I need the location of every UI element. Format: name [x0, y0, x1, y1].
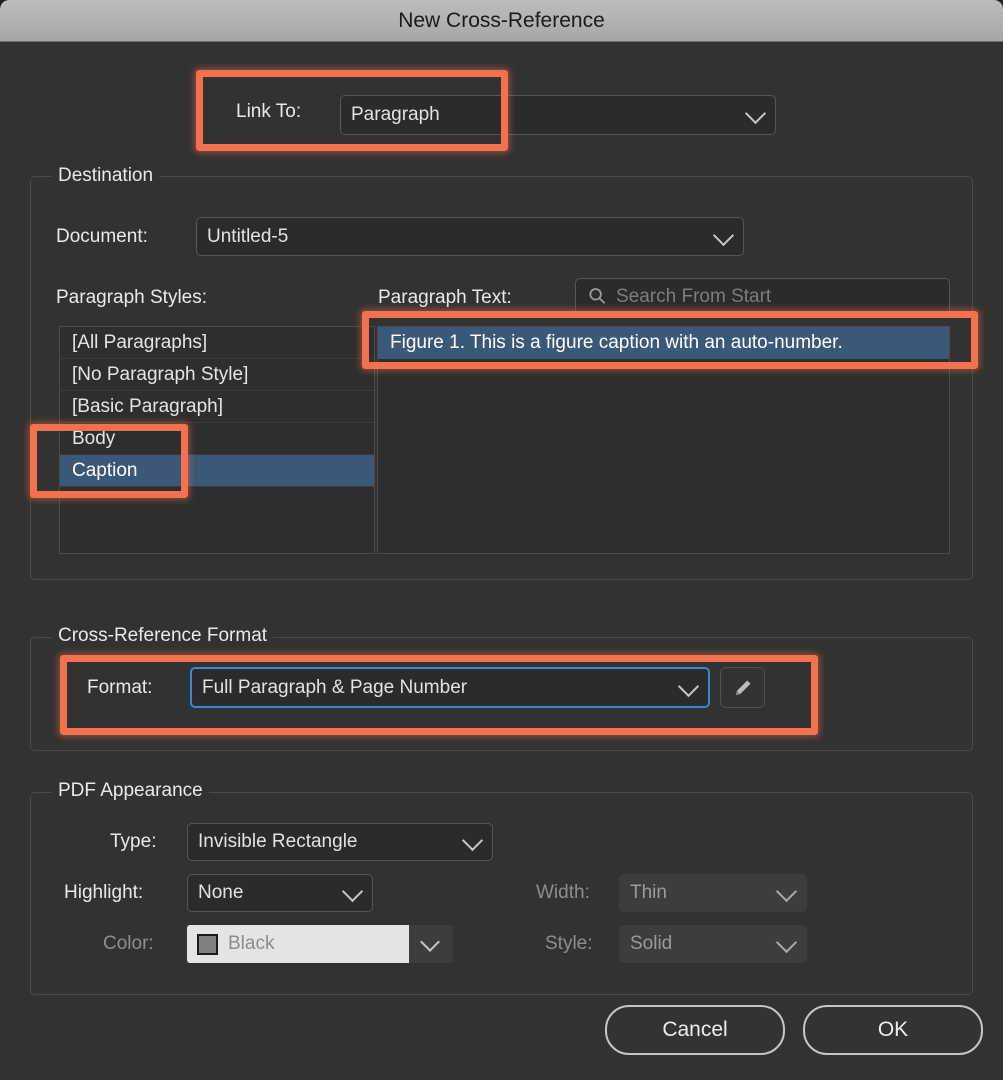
- destination-group-title: Destination: [52, 165, 160, 187]
- chevron-down-icon: [775, 931, 798, 954]
- cancel-button[interactable]: Cancel: [605, 1005, 785, 1055]
- color-dropdown[interactable]: Black: [187, 925, 453, 963]
- list-item[interactable]: [Basic Paragraph]: [60, 391, 374, 423]
- list-item-selected[interactable]: Figure 1. This is a figure caption with …: [378, 327, 949, 359]
- color-dropdown-arrow[interactable]: [409, 925, 453, 963]
- format-label: Format:: [87, 677, 153, 698]
- type-label: Type:: [110, 831, 157, 852]
- chevron-down-icon: [744, 102, 767, 125]
- list-item-selected[interactable]: Caption: [60, 455, 374, 487]
- edit-format-button[interactable]: [720, 667, 765, 708]
- chevron-down-icon: [775, 880, 798, 903]
- search-placeholder: Search From Start: [616, 285, 772, 307]
- pdf-appearance-group: [30, 792, 973, 995]
- color-value: Black: [228, 933, 275, 954]
- highlight-dropdown[interactable]: None: [187, 874, 373, 912]
- chevron-down-icon: [420, 932, 440, 952]
- list-item[interactable]: Body: [60, 423, 374, 455]
- chevron-down-icon: [341, 880, 364, 903]
- ok-button-label: OK: [877, 1018, 909, 1041]
- cancel-button-label: Cancel: [662, 1018, 728, 1041]
- document-label: Document:: [56, 226, 148, 247]
- list-item[interactable]: [All Paragraphs]: [60, 327, 374, 359]
- paragraph-text-label: Paragraph Text:: [378, 287, 512, 308]
- type-dropdown[interactable]: Invisible Rectangle: [187, 823, 493, 861]
- paragraph-styles-list[interactable]: [All Paragraphs] [No Paragraph Style] [B…: [59, 326, 375, 554]
- pdf-appearance-group-title: PDF Appearance: [52, 780, 209, 802]
- width-label: Width:: [536, 882, 590, 903]
- format-value: Full Paragraph & Page Number: [202, 676, 468, 698]
- format-dropdown[interactable]: Full Paragraph & Page Number: [190, 667, 710, 708]
- highlight-label: Highlight:: [64, 882, 144, 903]
- dialog-titlebar: New Cross-Reference: [0, 0, 1003, 42]
- document-value: Untitled-5: [207, 225, 289, 247]
- search-icon: [589, 288, 606, 304]
- paragraph-text-list[interactable]: Figure 1. This is a figure caption with …: [377, 326, 950, 554]
- pencil-icon: [735, 680, 750, 695]
- color-label: Color:: [103, 933, 154, 954]
- color-field: Black: [187, 925, 409, 963]
- link-to-dropdown[interactable]: Paragraph: [340, 95, 776, 135]
- link-to-label: Link To:: [236, 101, 302, 122]
- width-dropdown[interactable]: Thin: [619, 874, 807, 912]
- chevron-down-icon: [677, 675, 700, 697]
- new-cross-reference-dialog: New Cross-Reference Link To: Paragraph D…: [0, 0, 1003, 1080]
- cross-reference-format-group-title: Cross-Reference Format: [52, 625, 274, 647]
- ok-button[interactable]: OK: [803, 1005, 983, 1055]
- dialog-title: New Cross-Reference: [398, 9, 605, 32]
- paragraph-styles-label: Paragraph Styles:: [56, 287, 208, 308]
- chevron-down-icon: [461, 829, 484, 852]
- color-swatch: [197, 933, 218, 955]
- highlight-value: None: [198, 882, 244, 903]
- style-dropdown[interactable]: Solid: [619, 925, 807, 963]
- link-to-value: Paragraph: [351, 104, 440, 125]
- width-value: Thin: [630, 882, 667, 903]
- style-value: Solid: [630, 933, 673, 954]
- search-input[interactable]: Search From Start: [575, 278, 950, 315]
- type-value: Invisible Rectangle: [198, 831, 358, 852]
- document-dropdown[interactable]: Untitled-5: [196, 217, 744, 256]
- chevron-down-icon: [712, 224, 735, 246]
- style-label: Style:: [545, 933, 593, 954]
- list-item[interactable]: [No Paragraph Style]: [60, 359, 374, 391]
